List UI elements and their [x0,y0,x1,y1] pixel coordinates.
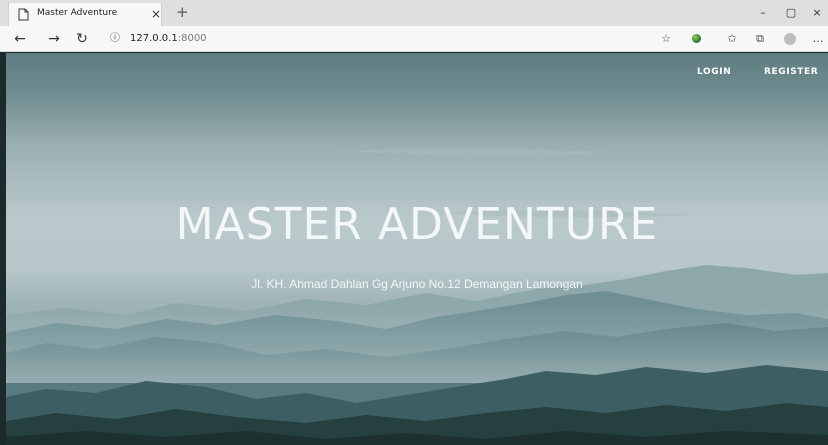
address-bar-url[interactable]: 127.0.0.1:8000 [130,32,207,46]
login-link[interactable]: LOGIN [697,67,731,77]
page-icon [18,8,29,21]
hero-section: LOGIN REGISTER MASTER ADVENTURE Jl. KH. … [6,53,828,445]
browser-tab[interactable]: Master Adventure × [8,3,162,26]
extension-icon[interactable] [686,29,706,49]
new-tab-button[interactable]: + [176,2,189,22]
refresh-icon[interactable]: ↻ [72,29,92,49]
register-link[interactable]: REGISTER [764,67,818,77]
tab-title: Master Adventure [37,8,118,18]
more-icon[interactable]: … [808,29,828,49]
profile-icon[interactable] [780,29,800,49]
browser-nav-bar: ← → ↻ ⓘ 127.0.0.1:8000 ☆ ✩ ⧉ … [0,26,828,52]
hero-title: MASTER ADVENTURE [175,199,659,250]
browser-tab-bar: Master Adventure × + – ▢ × [0,0,828,26]
minimize-icon[interactable]: – [752,4,774,22]
restore-icon[interactable]: ▢ [780,4,802,22]
window-close-icon[interactable]: × [806,4,828,22]
close-tab-icon[interactable]: × [151,6,161,22]
forward-arrow-icon[interactable]: → [44,29,64,49]
favorites-list-icon[interactable]: ✩ [722,29,742,49]
star-icon[interactable]: ☆ [656,29,676,49]
address-bar[interactable]: ⓘ 127.0.0.1:8000 [104,29,687,49]
hero-address: Jl. KH. Ahmad Dahlan Gg Arjuno No.12 Dem… [251,277,583,291]
back-arrow-icon[interactable]: ← [10,29,30,49]
collections-icon[interactable]: ⧉ [750,29,770,49]
info-icon[interactable]: ⓘ [110,32,120,46]
